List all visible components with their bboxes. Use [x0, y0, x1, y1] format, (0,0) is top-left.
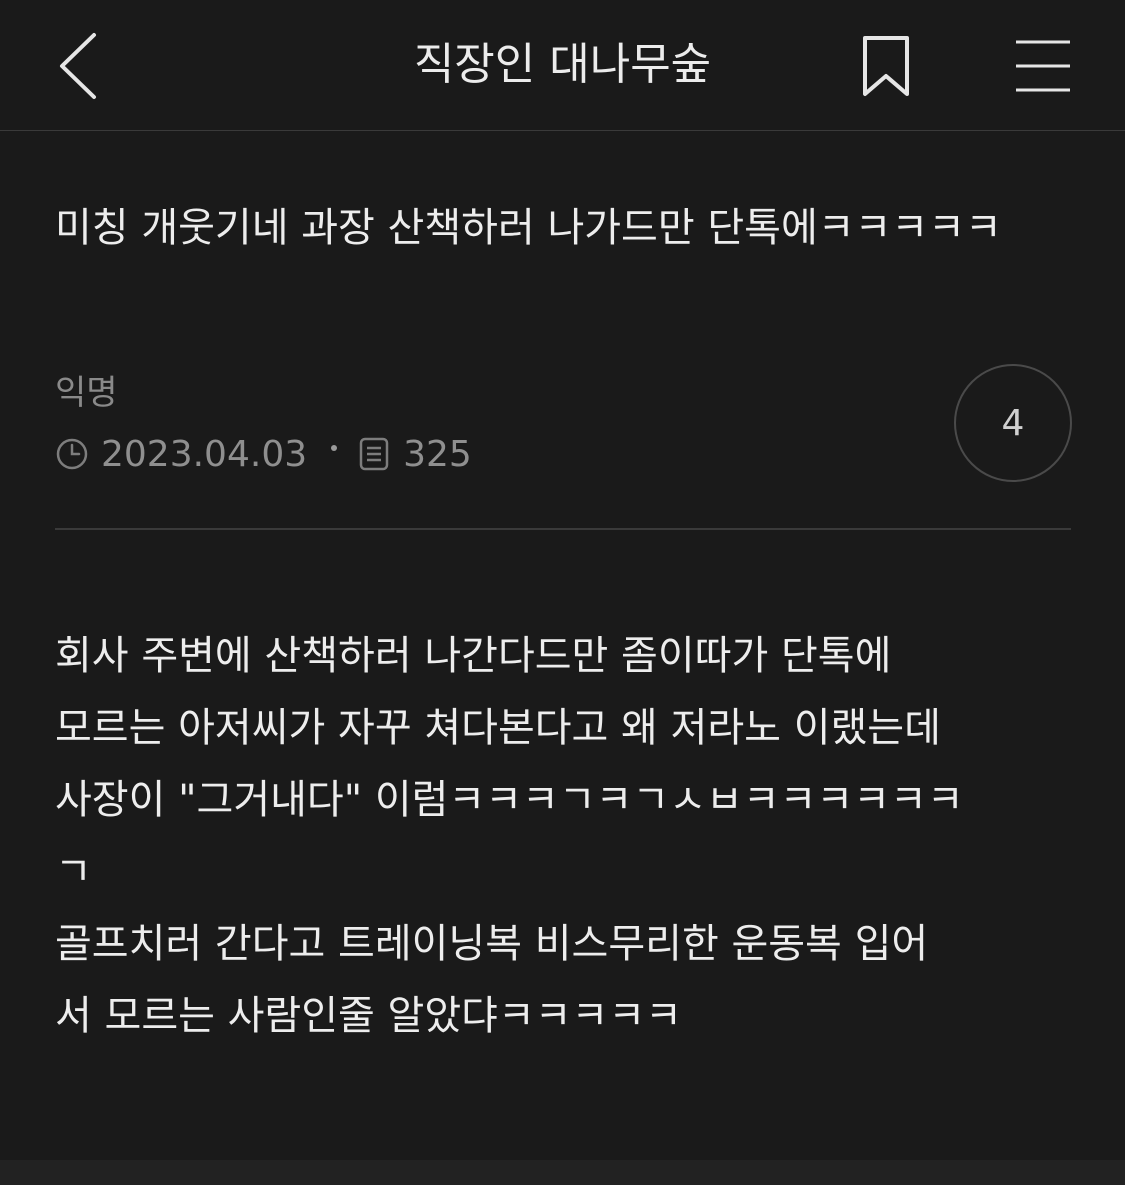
- post-title: 미칭 개웃기네 과장 산책하러 나가드만 단톡에ㅋㅋㅋㅋㅋ: [55, 205, 1002, 251]
- top-app-bar: 직장인 대나무숲: [0, 0, 1125, 131]
- divider: [55, 528, 1071, 530]
- post-body: 회사 주변에 산책하러 나간다드만 좀이따가 단톡에 모르는 아저씨가 자꾸 쳐…: [55, 620, 1070, 1052]
- document-icon: [359, 437, 389, 471]
- body-line: 사장이 "그거내다" 이럼ㅋㅋㅋㄱㅋㄱㅅㅂㅋㅋㅋㅋㅋㅋ: [55, 777, 964, 823]
- chevron-left-icon: [60, 33, 96, 99]
- clock-icon: [55, 437, 89, 471]
- comment-count-button[interactable]: 4: [954, 364, 1072, 482]
- body-line: 모르는 아저씨가 자꾸 쳐다본다고 왜 저라노 이랬는데: [55, 705, 941, 751]
- meta-separator: [331, 445, 338, 451]
- body-line: 서 모르는 사람인줄 알았댜ㅋㅋㅋㅋㅋ: [55, 993, 682, 1039]
- post-date: 2023.04.03: [101, 433, 308, 475]
- post-author: 익명: [55, 373, 118, 413]
- comment-count-label: 4: [1001, 402, 1025, 444]
- bookmark-button[interactable]: [852, 28, 920, 104]
- body-line: ㄱ: [55, 849, 92, 895]
- menu-button[interactable]: [1006, 30, 1080, 102]
- back-button[interactable]: [50, 28, 106, 104]
- page-title: 직장인 대나무숲: [413, 39, 712, 90]
- body-line: 골프치러 간다고 트레이닝복 비스무리한 운동복 입어: [55, 921, 929, 967]
- post-views: 325: [403, 433, 472, 475]
- post-meta: 2023.04.03 325: [55, 430, 472, 478]
- body-line: 회사 주변에 산책하러 나간다드만 좀이따가 단톡에: [55, 633, 892, 679]
- hamburger-menu-icon: [1016, 40, 1070, 92]
- bookmark-icon: [863, 36, 909, 96]
- bottom-bar: [0, 1160, 1125, 1185]
